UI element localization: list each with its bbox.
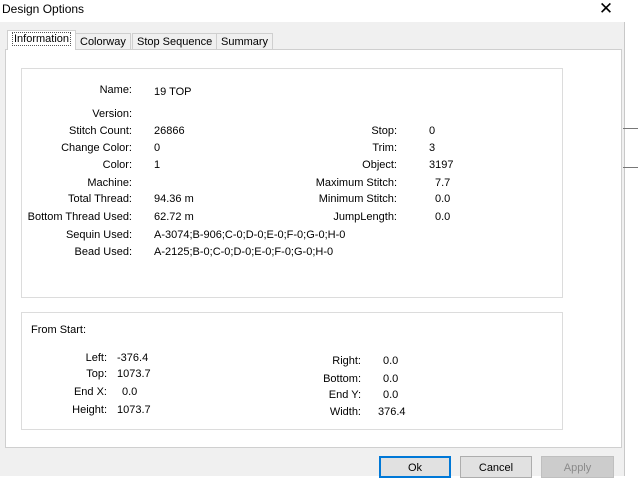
tab-stop-sequence[interactable]: Stop Sequence xyxy=(132,33,218,50)
jump-length-label: JumpLength: xyxy=(333,211,397,223)
right-value: 0.0 xyxy=(383,355,399,367)
close-icon[interactable]: ✕ xyxy=(596,0,616,20)
change-color-value: 0 xyxy=(154,142,161,154)
sequin-value: A-3074;B-906;C-0;D-0;E-0;F-0;G-0;H-0 xyxy=(154,229,346,241)
version-label: Version: xyxy=(92,108,132,120)
ok-button[interactable]: Ok xyxy=(379,456,451,478)
end-y-value: 0.0 xyxy=(383,389,399,401)
end-y-label: End Y: xyxy=(328,389,361,401)
bottom-label: Bottom: xyxy=(323,373,361,385)
tab-label: Information xyxy=(12,32,72,46)
top-value: 1073.7 xyxy=(117,368,151,380)
total-thread-value: 94.36 m xyxy=(154,193,194,205)
end-x-value: 0.0 xyxy=(122,386,138,398)
machine-label: Machine: xyxy=(87,177,132,189)
top-label: Top: xyxy=(86,368,107,380)
change-color-label: Change Color: xyxy=(61,142,132,154)
max-stitch-value: 7.7 xyxy=(435,177,451,189)
max-stitch-label: Maximum Stitch: xyxy=(315,177,397,189)
jump-length-value: 0.0 xyxy=(435,211,451,223)
left-label: Left: xyxy=(85,352,107,364)
sequin-label: Sequin Used: xyxy=(65,229,132,241)
name-label: Name: xyxy=(99,84,132,96)
height-value: 1073.7 xyxy=(117,404,151,416)
background-tick xyxy=(623,167,638,168)
object-value: 3197 xyxy=(429,159,454,171)
stop-label: Stop: xyxy=(371,125,397,137)
right-label: Right: xyxy=(332,355,361,367)
end-x-label: End X: xyxy=(73,386,107,398)
title-bar: Design Options ✕ xyxy=(0,0,638,22)
apply-button[interactable]: Apply xyxy=(541,456,614,478)
background-tick xyxy=(623,128,638,129)
tab-summary[interactable]: Summary xyxy=(216,33,274,50)
color-label: Color: xyxy=(102,159,132,171)
stitch-count-label: Stitch Count: xyxy=(69,125,132,137)
tab-colorway[interactable]: Colorway xyxy=(75,33,131,50)
stitch-count-value: 26866 xyxy=(154,125,185,137)
total-thread-label: Total Thread: xyxy=(67,193,132,205)
color-value: 1 xyxy=(154,159,161,171)
width-value: 376.4 xyxy=(378,406,406,418)
tab-panel: Name: 19 TOP Version: Stitch Count: 2686… xyxy=(5,49,622,448)
object-label: Object: xyxy=(362,159,397,171)
width-label: Width: xyxy=(329,406,361,418)
cancel-button[interactable]: Cancel xyxy=(460,456,532,478)
bottom-thread-value: 62.72 m xyxy=(154,211,194,223)
window-edge xyxy=(624,22,625,476)
min-stitch-label: Minimum Stitch: xyxy=(318,193,397,205)
left-value: -376.4 xyxy=(117,352,149,364)
trim-value: 3 xyxy=(429,142,436,154)
stop-value: 0 xyxy=(429,125,436,137)
bead-value: A-2125;B-0;C-0;D-0;E-0;F-0;G-0;H-0 xyxy=(154,246,334,258)
trim-label: Trim: xyxy=(372,142,397,154)
tab-label: Colorway xyxy=(80,36,126,48)
bottom-thread-label: Bottom Thread Used: xyxy=(27,211,132,223)
min-stitch-value: 0.0 xyxy=(435,193,451,205)
bead-label: Bead Used: xyxy=(74,246,132,258)
from-start-group: From Start: Left: -376.4 Top: 1073.7 End… xyxy=(21,312,563,430)
from-start-heading: From Start: xyxy=(31,324,87,336)
name-value: 19 TOP xyxy=(154,86,192,98)
info-group: Name: 19 TOP Version: Stitch Count: 2686… xyxy=(21,68,563,298)
bottom-value: 0.0 xyxy=(383,373,399,385)
tab-label: Summary xyxy=(221,36,269,48)
tab-label: Stop Sequence xyxy=(137,36,213,48)
tab-information[interactable]: Information xyxy=(7,30,77,50)
window-title: Design Options xyxy=(2,2,85,16)
height-label: Height: xyxy=(72,404,107,416)
